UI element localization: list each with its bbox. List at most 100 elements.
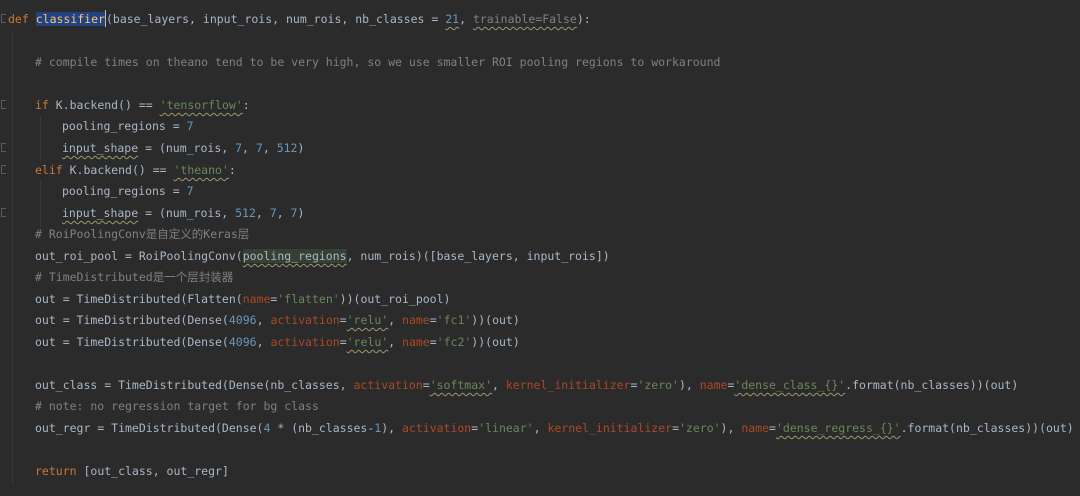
trainable-default: =False (535, 12, 577, 26)
code-line-if[interactable]: if K.backend() == 'tensorflow': (35, 95, 250, 116)
fold-icon[interactable] (1, 208, 6, 217)
code-text: ) (297, 141, 305, 155)
code-line-out-regr[interactable]: out_regr = TimeDistributed(Dense(4 * (nb… (35, 418, 1074, 439)
keyword-argument: activation (270, 335, 340, 349)
code-line-comment[interactable]: # note: no regression target for bg clas… (35, 396, 319, 417)
code-line-def[interactable]: def classifier(base_layers, input_rois, … (8, 9, 591, 30)
code-text: out_roi_pool = RoiPoolingConv( (35, 249, 243, 263)
code-line-pooling[interactable]: pooling_regions = 7 (62, 116, 194, 137)
code-text: , (276, 206, 291, 220)
string-literal: 'dense_regress_{}' (775, 421, 901, 435)
code-text: = (769, 421, 776, 435)
string-literal: 'theano' (173, 163, 229, 177)
number-literal: 4096 (228, 335, 257, 349)
code-text: ), (381, 421, 402, 435)
code-line-input-shape[interactable]: input_shape = (num_rois, 512, 7, 7) (62, 203, 304, 224)
fold-icon[interactable] (1, 165, 6, 174)
code-line-elif[interactable]: elif K.backend() == 'theano': (35, 160, 236, 181)
code-text: out = TimeDistributed(Dense( (35, 313, 229, 327)
code-text: K.backend() == (48, 98, 160, 112)
code-text: , (388, 335, 403, 349)
code-text: out_class = TimeDistributed(Dense(nb_cla… (35, 378, 354, 392)
variable-name: input_shape (62, 141, 139, 155)
code-text: : (228, 163, 236, 177)
code-text: , (256, 313, 271, 327)
default-number: 21 (445, 12, 460, 26)
string-literal: 'zero' (679, 421, 721, 435)
code-text: = (672, 421, 679, 435)
string-literal: 'tensorflow' (159, 98, 243, 112)
code-text: = (num_rois, (138, 141, 236, 155)
code-text: .format(nb_classes))(out) (900, 421, 1074, 435)
code-text: out = TimeDistributed(Dense( (35, 335, 229, 349)
keyword-argument: kernel_initializer (547, 421, 673, 435)
code-text: [out_class, out_regr] (76, 464, 229, 478)
function-name-selected[interactable]: classifier (35, 12, 105, 26)
params-text: (base_layers, input_rois, num_rois, nb_c… (105, 12, 446, 26)
keyword-argument: name (402, 335, 430, 349)
keyword-argument: activation (402, 421, 472, 435)
number-literal: 7 (269, 206, 277, 220)
code-text: , (262, 141, 277, 155)
code-line-comment[interactable]: # TimeDistributed是一个层封装器 (35, 267, 233, 288)
code-text: = (339, 335, 347, 349)
string-literal: 'linear' (478, 421, 534, 435)
code-text: , (255, 206, 270, 220)
string-literal: 'relu' (346, 335, 389, 349)
code-line-input-shape[interactable]: input_shape = (num_rois, 7, 7, 512) (62, 138, 304, 159)
indent-guide (12, 30, 13, 485)
code-text: = (422, 378, 430, 392)
code-editor[interactable]: def classifier(base_layers, input_rois, … (0, 0, 1080, 496)
code-text: K.backend() == (62, 163, 174, 177)
code-text: pooling_regions = (62, 184, 187, 198)
code-line-flatten[interactable]: out = TimeDistributed(Flatten(name='flat… (35, 289, 450, 310)
string-literal: 'fc1' (436, 313, 472, 327)
keyword-argument: activation (270, 313, 340, 327)
def-close: ): (576, 12, 591, 26)
string-literal: 'relu' (346, 313, 389, 327)
code-text: ) (297, 206, 305, 220)
variable-name: input_shape (62, 206, 139, 220)
keyword-elif: elif (35, 163, 63, 177)
code-text: ), (720, 421, 742, 435)
number-literal: 512 (235, 206, 256, 220)
keyword-return: return (35, 464, 77, 478)
code-text: , (388, 313, 403, 327)
code-text: = (num_rois, (138, 206, 236, 220)
string-literal: 'fc2' (436, 335, 472, 349)
code-line-comment[interactable]: # RoiPoolingConv是自定义的Keras层 (35, 224, 249, 245)
code-text: = (339, 313, 347, 327)
fold-icon[interactable] (1, 100, 6, 109)
string-literal: 'softmax' (429, 378, 492, 392)
code-text: , (533, 421, 548, 435)
code-line-return[interactable]: return [out_class, out_regr] (35, 461, 229, 482)
code-text: * (nb_classes- (270, 421, 375, 435)
number-literal: 7 (186, 119, 194, 133)
code-text: = (429, 335, 437, 349)
code-text: .format(nb_classes))(out) (845, 378, 1019, 392)
number-literal: 7 (235, 141, 243, 155)
code-text: ))(out_roi_pool) (339, 292, 451, 306)
fold-icon[interactable] (1, 14, 6, 23)
code-text: , (256, 335, 271, 349)
code-line-dense-fc1[interactable]: out = TimeDistributed(Dense(4096, activa… (35, 310, 520, 331)
code-line-roi-pool[interactable]: out_roi_pool = RoiPoolingConv(pooling_re… (35, 246, 610, 267)
code-text: : (242, 98, 250, 112)
code-text: = (429, 313, 437, 327)
code-text: out = TimeDistributed(Flatten( (35, 292, 243, 306)
code-line-dense-fc2[interactable]: out = TimeDistributed(Dense(4096, activa… (35, 332, 520, 353)
code-text: , (242, 141, 256, 155)
code-line-out-class[interactable]: out_class = TimeDistributed(Dense(nb_cla… (35, 375, 1018, 396)
keyword-argument: name (242, 292, 271, 306)
keyword-argument: name (741, 421, 770, 435)
fold-icon[interactable] (1, 143, 6, 152)
code-text: , (492, 378, 506, 392)
string-literal: 'dense_class_{}' (734, 378, 846, 392)
code-text: out_regr = TimeDistributed(Dense( (35, 421, 264, 435)
keyword-if: if (35, 98, 49, 112)
comma: , (459, 12, 473, 26)
code-line-pooling[interactable]: pooling_regions = 7 (62, 181, 194, 202)
number-literal: 512 (276, 141, 298, 155)
code-line-comment[interactable]: # compile times on theano tend to be ver… (35, 52, 720, 73)
keyword-def: def (8, 12, 29, 26)
